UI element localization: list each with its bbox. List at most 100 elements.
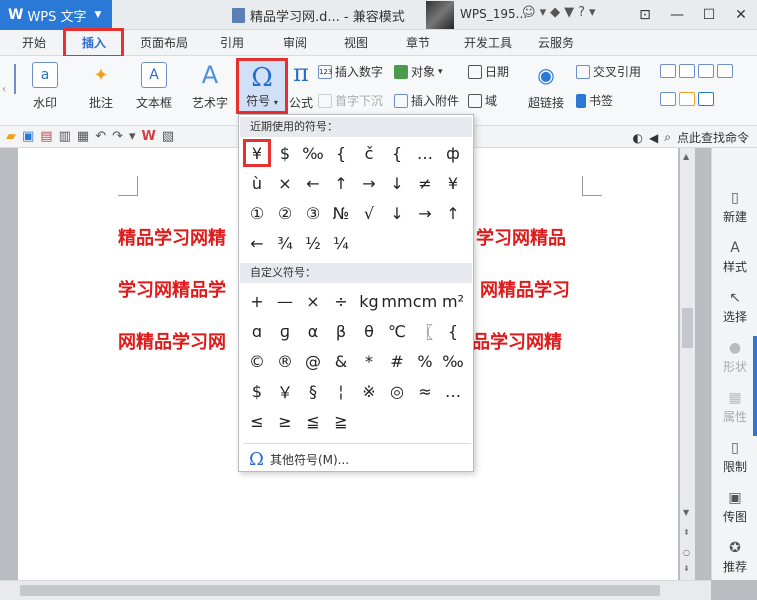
- paste-icon[interactable]: ▧: [162, 129, 174, 144]
- user-badge-icon[interactable]: ☺: [522, 5, 536, 20]
- insert-number-button[interactable]: 123 插入数字: [318, 63, 383, 80]
- symbol-cell[interactable]: kg: [355, 287, 383, 315]
- document-text[interactable]: 精品学习网精: [118, 224, 226, 250]
- taskpane-restrict[interactable]: ▯ 限制: [712, 440, 757, 475]
- tool-icon[interactable]: [660, 64, 676, 78]
- tab-chapter[interactable]: 章节: [406, 34, 430, 51]
- redo-icon[interactable]: ↷: [112, 129, 123, 144]
- search-icon[interactable]: ⌕: [664, 130, 671, 145]
- tab-cloud[interactable]: 云服务: [538, 34, 574, 51]
- eraser-icon[interactable]: [679, 92, 695, 106]
- scrollbar-thumb[interactable]: [682, 308, 693, 348]
- tool-icon[interactable]: [717, 64, 733, 78]
- tab-review[interactable]: 审阅: [283, 34, 307, 51]
- scrollbar-thumb[interactable]: [20, 585, 660, 596]
- document-text[interactable]: 网精品学习: [480, 276, 570, 302]
- chevron-down-icon[interactable]: ▾: [540, 5, 547, 20]
- symbol-button[interactable]: Ω 符号 ▾: [236, 58, 288, 114]
- symbol-cell[interactable]: mm: [381, 287, 412, 315]
- symbol-cell[interactable]: ¥: [439, 169, 467, 197]
- symbol-cell[interactable]: №: [327, 199, 355, 227]
- chevron-down-icon[interactable]: ▾: [129, 129, 136, 144]
- field-button[interactable]: 域: [468, 92, 497, 109]
- avatar[interactable]: [426, 1, 454, 29]
- symbol-cell[interactable]: ≠: [411, 169, 439, 197]
- symbol-cell[interactable]: ↓: [383, 169, 411, 197]
- date-button[interactable]: 日期: [468, 63, 509, 80]
- symbol-cell[interactable]: ←: [299, 169, 327, 197]
- skin-icon[interactable]: ◆: [550, 5, 560, 20]
- symbol-cell[interactable]: {: [327, 139, 355, 167]
- bookmark-button[interactable]: 书签: [576, 92, 613, 109]
- symbol-cell[interactable]: ®: [271, 347, 299, 375]
- scroll-down-icon[interactable]: ▼: [683, 508, 689, 517]
- ribbon-scroll-left-icon[interactable]: ‹: [2, 84, 6, 95]
- symbol-cell[interactable]: *: [355, 347, 383, 375]
- symbol-cell[interactable]: …: [439, 377, 467, 405]
- command-search[interactable]: 点此查找命令: [677, 129, 749, 146]
- symbol-cell[interactable]: ≥: [271, 407, 299, 435]
- hyperlink-button[interactable]: ◉ 超链接: [528, 62, 564, 111]
- symbol-cell[interactable]: β: [327, 317, 355, 345]
- more-symbols-button[interactable]: Ω 其他符号(M)...: [249, 449, 349, 470]
- symbol-cell[interactable]: ￥: [271, 377, 299, 405]
- help-icon[interactable]: ?: [578, 5, 585, 20]
- page-up-icon[interactable]: ⇞: [683, 528, 690, 537]
- page-dot-icon[interactable]: ○: [683, 548, 690, 557]
- symbol-cell[interactable]: &: [327, 347, 355, 375]
- close-button[interactable]: ✕: [725, 0, 757, 30]
- symbol-cell[interactable]: α: [299, 317, 327, 345]
- watermark-button[interactable]: a 水印: [32, 62, 58, 111]
- document-text[interactable]: 品学习网精: [472, 328, 562, 354]
- symbol-cell[interactable]: ↓: [383, 199, 411, 227]
- tab-page-layout[interactable]: 页面布局: [140, 34, 188, 51]
- tab-home[interactable]: 开始: [22, 34, 46, 51]
- symbol-cell[interactable]: ≧: [327, 407, 355, 435]
- page-down-icon[interactable]: ⇟: [683, 564, 690, 573]
- tool-icon[interactable]: ◐: [633, 131, 643, 145]
- symbol-cell[interactable]: ≈: [411, 377, 439, 405]
- print-preview-icon[interactable]: ▦: [77, 129, 89, 144]
- symbol-cell[interactable]: #: [383, 347, 411, 375]
- symbol-cell[interactable]: @: [299, 347, 327, 375]
- document-text[interactable]: 网精品学习网: [118, 328, 226, 354]
- symbol-cell[interactable]: ¼: [327, 229, 355, 257]
- tool-icon[interactable]: [698, 64, 714, 78]
- symbol-cell[interactable]: …: [411, 139, 439, 167]
- symbol-cell[interactable]: —: [271, 287, 299, 315]
- symbol-cell[interactable]: {: [383, 139, 411, 167]
- symbol-cell[interactable]: §: [299, 377, 327, 405]
- maximize-button[interactable]: ☐: [693, 0, 725, 30]
- tool-icon[interactable]: [660, 92, 676, 106]
- pdf-icon[interactable]: ▤: [40, 129, 52, 144]
- symbol-cell[interactable]: ①: [243, 199, 271, 227]
- symbol-cell[interactable]: $: [271, 139, 299, 167]
- app-menu-button[interactable]: W WPS 文字 ▼: [0, 0, 112, 30]
- symbol-cell[interactable]: ÷: [327, 287, 355, 315]
- open-folder-icon[interactable]: ▰: [6, 129, 16, 144]
- symbol-cell[interactable]: ×: [271, 169, 299, 197]
- symbol-cell[interactable]: ¥: [243, 139, 271, 167]
- tab-developer[interactable]: 开发工具: [464, 34, 512, 51]
- symbol-cell[interactable]: {: [439, 317, 467, 345]
- symbol-cell[interactable]: cm: [411, 287, 439, 315]
- scroll-up-icon[interactable]: ▲: [683, 152, 689, 161]
- taskpane-new[interactable]: ▯ 新建: [712, 190, 757, 225]
- symbol-cell[interactable]: →: [355, 169, 383, 197]
- textbox-button[interactable]: A 文本框: [136, 62, 172, 111]
- symbol-cell[interactable]: ɡ: [271, 317, 299, 345]
- symbol-cell[interactable]: √: [355, 199, 383, 227]
- minimize-button[interactable]: —: [661, 0, 693, 30]
- horizontal-scrollbar[interactable]: [0, 580, 711, 600]
- symbol-cell[interactable]: ≤: [243, 407, 271, 435]
- checkbox-icon[interactable]: [679, 64, 695, 78]
- symbol-cell[interactable]: ≦: [299, 407, 327, 435]
- symbol-cell[interactable]: ф: [439, 139, 467, 167]
- symbol-cell[interactable]: ©: [243, 347, 271, 375]
- tab-references[interactable]: 引用: [220, 34, 244, 51]
- formula-button[interactable]: π 公式: [288, 59, 314, 111]
- wordart-button[interactable]: A 艺术字: [192, 61, 228, 111]
- symbol-cell[interactable]: ℃: [383, 317, 411, 345]
- symbol-cell[interactable]: ②: [271, 199, 299, 227]
- user-name[interactable]: WPS_195...: [460, 7, 527, 21]
